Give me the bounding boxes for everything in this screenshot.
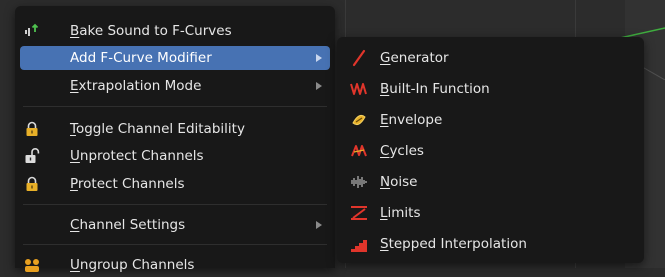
- limits-item[interactable]: Limits: [342, 201, 639, 225]
- unprotect-channels-item[interactable]: Unprotect Channels: [20, 144, 330, 168]
- channel-settings-label: Channel Settings: [70, 217, 186, 233]
- submenu-arrow-icon: [316, 82, 322, 90]
- limits-label: Limits: [380, 205, 421, 221]
- cycles-item[interactable]: Cycles: [342, 139, 639, 163]
- channel-settings-item[interactable]: Channel Settings: [20, 213, 330, 237]
- built-in-function-icon: [350, 80, 368, 98]
- add-fcurve-modifier-label: Add F-Curve Modifier: [70, 50, 212, 66]
- submenu-arrow-icon: [316, 221, 322, 229]
- bake-sound-to-fcurves-item[interactable]: Bake Sound to F-Curves: [20, 19, 330, 43]
- channel-context-menu: Bake Sound to F-Curves Add F-Curve Modif…: [15, 6, 335, 273]
- noise-item[interactable]: Noise: [342, 170, 639, 194]
- ungroup-channels-label: Ungroup Channels: [70, 257, 195, 273]
- extrapolation-mode-item[interactable]: Extrapolation Mode: [20, 74, 330, 98]
- group-icon: [23, 256, 41, 274]
- noise-label: Noise: [380, 174, 418, 190]
- limits-icon: [350, 204, 368, 222]
- toggle-channel-editability-item[interactable]: Toggle Channel Editability: [20, 117, 330, 141]
- menu-separator: [23, 204, 327, 205]
- add-fcurve-modifier-item[interactable]: Add F-Curve Modifier: [20, 46, 330, 70]
- stepped-interpolation-label: Stepped Interpolation: [380, 236, 527, 252]
- generator-item[interactable]: Generator: [342, 46, 639, 70]
- stepped-interpolation-item[interactable]: Stepped Interpolation: [342, 232, 639, 256]
- lock-icon: [23, 175, 41, 193]
- toggle-channel-editability-label: Toggle Channel Editability: [70, 121, 245, 137]
- envelope-icon: [350, 111, 368, 129]
- envelope-item[interactable]: Envelope: [342, 108, 639, 132]
- protect-channels-item[interactable]: Protect Channels: [20, 172, 330, 196]
- menu-separator: [23, 106, 327, 107]
- noise-icon: [350, 173, 368, 191]
- speaker-bake-icon: [23, 22, 41, 40]
- generator-label: Generator: [380, 50, 449, 66]
- cycles-icon: [350, 142, 368, 160]
- extrapolation-mode-label: Extrapolation Mode: [70, 78, 202, 94]
- envelope-label: Envelope: [380, 112, 443, 128]
- built-in-function-label: Built-In Function: [380, 81, 490, 97]
- menu-separator: [23, 244, 327, 245]
- unlocked-icon: [23, 147, 41, 165]
- lock-icon: [23, 120, 41, 138]
- generator-icon: [350, 49, 368, 67]
- submenu-arrow-icon: [316, 54, 322, 62]
- unprotect-channels-label: Unprotect Channels: [70, 148, 204, 164]
- ungroup-channels-item[interactable]: Ungroup Channels: [20, 253, 330, 277]
- protect-channels-label: Protect Channels: [70, 176, 185, 192]
- add-fcurve-modifier-submenu: Generator Built-In Function Envelope Cyc…: [337, 37, 644, 263]
- stepped-interpolation-icon: [350, 235, 368, 253]
- built-in-function-item[interactable]: Built-In Function: [342, 77, 639, 101]
- bake-sound-label: Bake Sound to F-Curves: [70, 23, 232, 39]
- cycles-label: Cycles: [380, 143, 424, 159]
